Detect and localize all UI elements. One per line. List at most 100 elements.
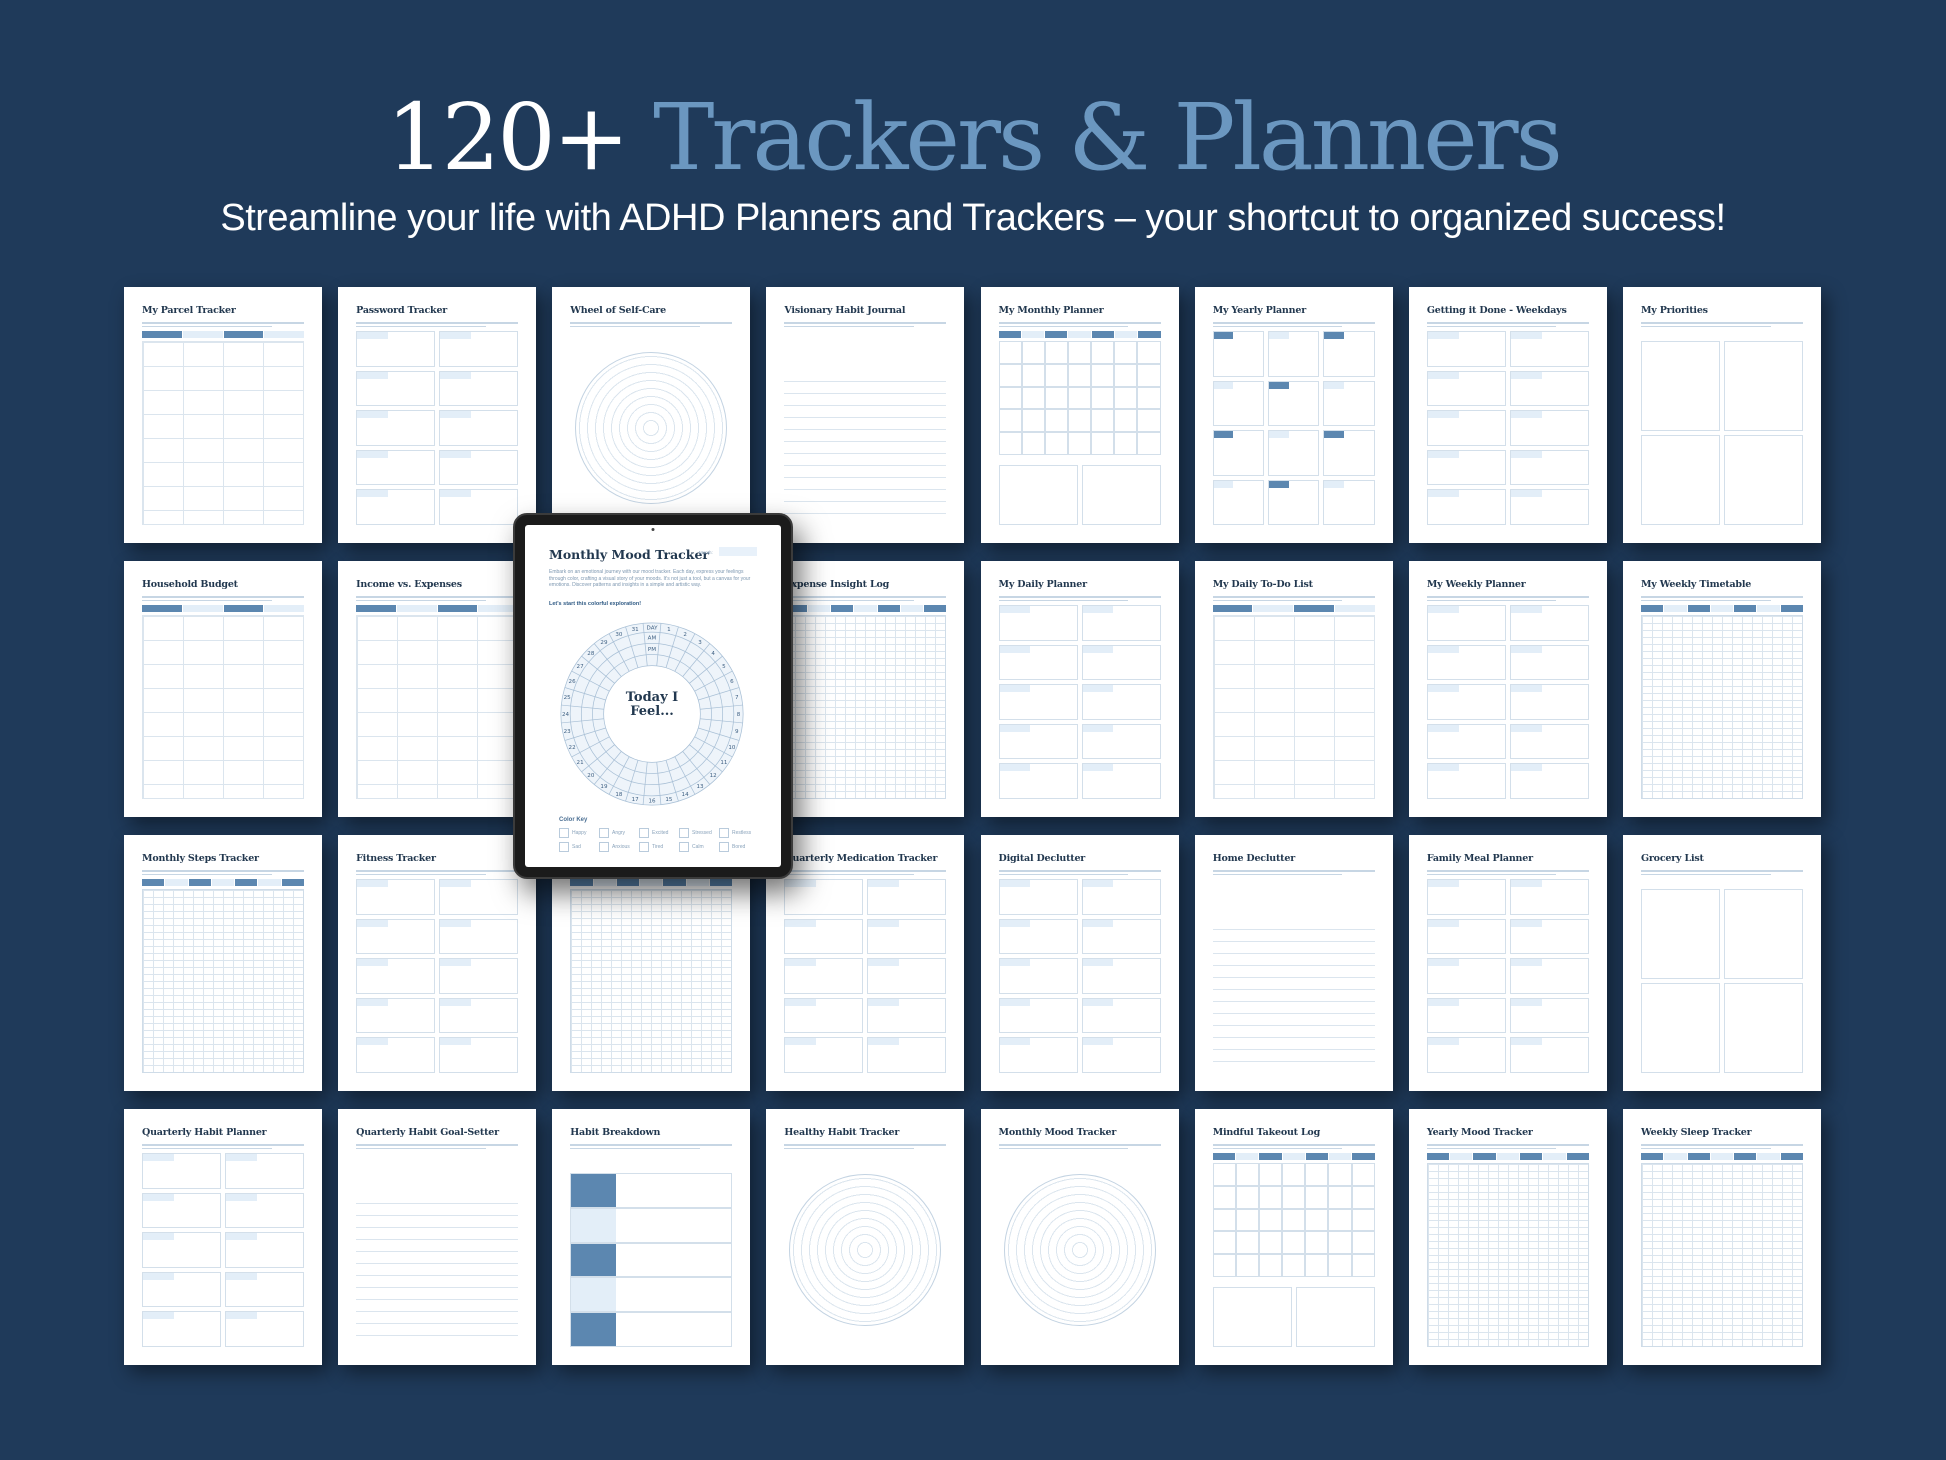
card-body — [1426, 879, 1589, 1073]
color-key-item[interactable]: Sad — [559, 842, 599, 852]
color-key-label: Happy — [572, 830, 587, 836]
planner-card[interactable]: Household Budget — [124, 561, 322, 817]
card-body — [784, 1153, 946, 1347]
planner-card[interactable]: Income vs. Expenses — [338, 561, 537, 817]
color-key-checkbox[interactable] — [679, 828, 689, 838]
planner-card[interactable]: Quarterly Medication Tracker — [766, 835, 965, 1091]
planner-card[interactable]: My Parcel Tracker — [124, 287, 322, 543]
color-key-label: Calm — [692, 844, 704, 850]
color-key-item[interactable]: Excited — [639, 828, 679, 838]
wheel-day-label: 1 — [667, 627, 671, 633]
wheel-center-line-2: Feel... — [630, 704, 674, 719]
color-key-item[interactable]: Happy — [559, 828, 599, 838]
planner-card[interactable]: My Monthly Planner — [980, 287, 1179, 543]
planner-card[interactable]: My Weekly Timetable — [1622, 561, 1821, 817]
wheel-day-label: 31 — [632, 627, 640, 633]
color-key-label: Angry — [612, 830, 626, 836]
planner-card[interactable]: Habit Breakdown — [552, 1109, 751, 1365]
color-key-checkbox[interactable] — [679, 842, 689, 852]
color-key-item[interactable]: Bored — [719, 842, 759, 852]
color-key-item[interactable]: Calm — [679, 842, 719, 852]
wheel-day-label: 18 — [615, 792, 623, 798]
planner-card[interactable]: My Yearly Planner — [1194, 287, 1393, 543]
planner-grid: My Parcel Tracker Password Tracker Wheel o… — [0, 0, 1946, 1460]
color-key-title: Color Key — [559, 817, 588, 823]
color-key: Happy Angry Excited Stressed Restless Sad Anxi… — [559, 828, 759, 852]
wheel-day-label: 27 — [577, 664, 585, 670]
planner-card[interactable]: Wheel of Self-Care — [552, 287, 751, 543]
card-title: Family Meal Planner — [1426, 853, 1533, 864]
planner-card[interactable]: Monthly Steps Tracker — [124, 835, 322, 1091]
card-title: My Priorities — [1640, 305, 1708, 316]
card-title: Visionary Habit Journal — [784, 305, 906, 316]
card-body — [998, 331, 1161, 525]
planner-card[interactable]: Quarterly Habit Planner — [124, 1109, 322, 1365]
planner-card[interactable]: Digital Declutter — [980, 835, 1179, 1091]
color-key-item[interactable]: Angry — [599, 828, 639, 838]
card-title: Fitness Tracker — [356, 853, 436, 864]
wheel-center-line-1: Today I — [625, 690, 679, 705]
tablet-mockup: Monthly Mood Tracker Month: Embark on an… — [513, 513, 793, 879]
planner-card[interactable]: Mindful Takeout Log — [1194, 1109, 1393, 1365]
wheel-day-label: 30 — [615, 632, 623, 638]
color-key-label: Bored — [732, 844, 746, 850]
color-key-checkbox[interactable] — [639, 828, 649, 838]
planner-card[interactable]: Family Meal Planner — [1408, 835, 1607, 1091]
planner-card[interactable]: Yearly Mood Tracker — [1408, 1109, 1607, 1365]
card-title: Home Declutter — [1212, 853, 1296, 864]
card-body — [142, 1153, 304, 1347]
card-title: My Weekly Timetable — [1640, 579, 1752, 590]
planner-card[interactable]: My Daily Planner — [980, 561, 1179, 817]
wheel-day-label: 16 — [648, 799, 656, 805]
card-title: Expense Insight Log — [784, 579, 890, 590]
color-key-checkbox[interactable] — [599, 842, 609, 852]
card-body — [570, 1153, 733, 1347]
card-title: Mindful Takeout Log — [1212, 1127, 1321, 1138]
color-key-item[interactable]: Restless — [719, 828, 759, 838]
card-body — [998, 605, 1161, 799]
card-body — [1212, 1153, 1375, 1347]
color-key-checkbox[interactable] — [599, 828, 609, 838]
card-body — [999, 1153, 1161, 1347]
color-key-checkbox[interactable] — [559, 842, 569, 852]
color-key-label: Restless — [732, 830, 752, 836]
planner-card[interactable]: Monthly Mood Tracker — [980, 1109, 1179, 1365]
color-key-item[interactable]: Tired — [639, 842, 679, 852]
wheel-day-label: 19 — [600, 784, 608, 790]
card-title: Yearly Mood Tracker — [1426, 1127, 1533, 1138]
wheel-day-label: 10 — [728, 745, 736, 751]
planner-card[interactable]: Getting it Done - Weekdays — [1408, 287, 1607, 543]
planner-card[interactable]: Weekly Sleep Tracker — [1622, 1109, 1821, 1365]
card-title: Quarterly Habit Planner — [142, 1127, 267, 1138]
tablet-screen[interactable]: Monthly Mood Tracker Month: Embark on an… — [525, 525, 781, 867]
card-body — [1426, 1153, 1589, 1347]
wheel-day-label: 20 — [587, 773, 595, 779]
planner-card[interactable]: Expense Insight Log — [766, 561, 965, 817]
planner-card[interactable]: Password Tracker — [338, 287, 537, 543]
planner-card[interactable]: Healthy Habit Tracker — [766, 1109, 965, 1365]
color-key-checkbox[interactable] — [639, 842, 649, 852]
wheel-day-label: 26 — [569, 679, 577, 685]
wheel-day-label: DAY — [647, 626, 659, 632]
color-key-checkbox[interactable] — [719, 828, 729, 838]
planner-card[interactable]: My Daily To-Do List — [1194, 561, 1393, 817]
card-body — [1212, 331, 1375, 525]
color-key-item[interactable]: Anxious — [599, 842, 639, 852]
planner-card[interactable]: Home Declutter — [1194, 835, 1393, 1091]
month-input[interactable] — [719, 547, 757, 556]
color-key-label: Stressed — [692, 830, 712, 836]
planner-card[interactable]: Grocery List — [1622, 835, 1821, 1091]
planner-card[interactable]: Visionary Habit Journal — [766, 287, 965, 543]
wheel-day-label: 15 — [665, 797, 673, 803]
color-key-item[interactable]: Stressed — [679, 828, 719, 838]
planner-card[interactable]: Fitness Tracker — [338, 835, 537, 1091]
color-key-checkbox[interactable] — [559, 828, 569, 838]
color-key-checkbox[interactable] — [719, 842, 729, 852]
wheel-day-label: 29 — [600, 640, 608, 646]
card-body — [356, 331, 519, 525]
wheel-day-label: 14 — [682, 792, 690, 798]
card-title: Monthly Steps Tracker — [142, 853, 259, 864]
planner-card[interactable]: My Weekly Planner — [1408, 561, 1607, 817]
planner-card[interactable]: Quarterly Habit Goal-Setter — [338, 1109, 537, 1365]
planner-card[interactable]: My Priorities — [1622, 287, 1821, 543]
